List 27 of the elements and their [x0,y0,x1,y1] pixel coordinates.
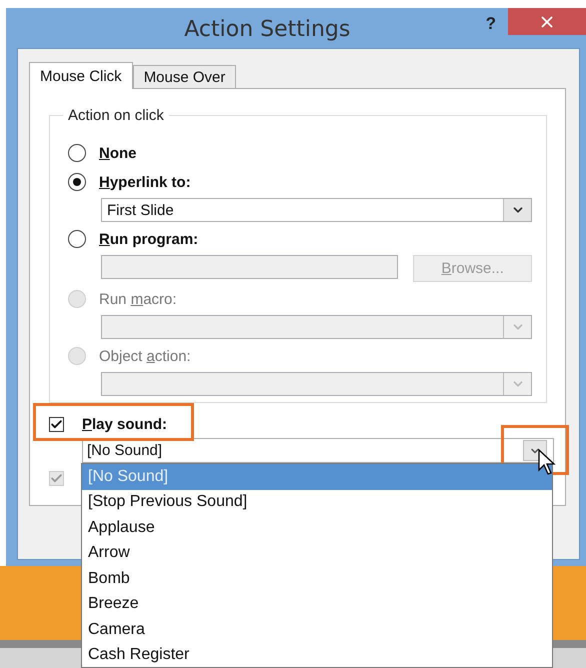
option-label: Object action: [99,348,191,364]
radio-button[interactable] [68,144,86,162]
option-label: None [99,144,137,162]
list-item[interactable]: Bomb [82,566,552,592]
sound-dropdown[interactable]: [No Sound] [82,438,554,463]
dropdown-field[interactable]: First Slide [101,198,532,222]
group-title: Action on click [67,107,165,124]
checkbox[interactable] [49,416,64,432]
list-item[interactable]: Applause [82,515,552,540]
window-title: Action Settings [183,16,352,42]
help-button[interactable]: ? [478,14,504,34]
option-label: Run program: [99,230,198,248]
option-label: Run macro: [99,290,177,308]
tab[interactable]: Mouse Click [29,62,133,89]
list-item[interactable]: Arrow [82,540,552,566]
option-label: Hyperlink to: [99,174,191,190]
tab[interactable]: Mouse Over [132,65,236,88]
list-item[interactable]: Breeze [82,592,552,617]
radio-button[interactable] [68,173,86,191]
checkbox-label: Play sound: [82,416,168,432]
chevron-down-icon[interactable] [503,199,531,221]
radio-button[interactable] [68,230,86,248]
list-item[interactable]: [Stop Previous Sound] [82,490,552,515]
list-item[interactable]: Cash Register [82,642,552,668]
close-button[interactable] [508,8,586,35]
list-item[interactable]: Camera [82,617,552,642]
program-input-field[interactable] [101,255,398,279]
